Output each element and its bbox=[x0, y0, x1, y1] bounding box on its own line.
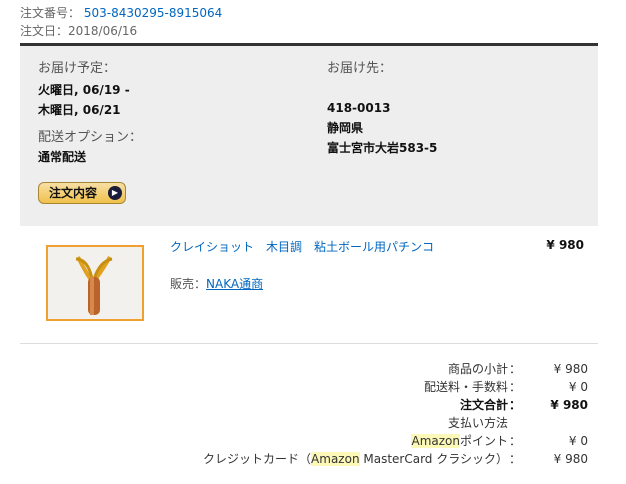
subtotal-row: 商品の小計： ¥ 980 bbox=[447, 362, 588, 376]
order-date-row: 注文日：2018/06/16 bbox=[20, 22, 222, 40]
shipping-fee-label: 配送料・手数料 bbox=[423, 380, 508, 394]
address-postal: 418-0013 bbox=[327, 101, 391, 115]
seller-link[interactable]: NAKA通商 bbox=[206, 277, 263, 291]
payment-method-heading: 支払い方法 bbox=[447, 416, 508, 430]
credit-card-value: ¥ 980 bbox=[553, 452, 588, 466]
shipping-fee-value: ¥ 0 bbox=[568, 380, 588, 394]
product-price: ¥ 980 bbox=[546, 238, 584, 252]
product-image[interactable] bbox=[46, 245, 144, 321]
order-number-row: 注文番号： 503-8430295-8915064 bbox=[20, 4, 222, 22]
shipping-fee-row: 配送料・手数料： ¥ 0 bbox=[423, 380, 588, 394]
delivery-column: お届け予定： 火曜日, 06/19 - 木曜日, 06/21 配送オプション： … bbox=[38, 60, 142, 167]
shipping-option-value: 通常配送 bbox=[38, 150, 87, 164]
order-number-label: 注文番号： bbox=[20, 6, 81, 20]
delivery-date-end: 木曜日, 06/21 bbox=[38, 103, 121, 117]
address-column: お届け先： 418-0013 静岡県 富士宮市大岩583-5 bbox=[327, 60, 437, 158]
credit-card-label: クレジットカード（Amazon MasterCard クラシック） bbox=[203, 452, 508, 466]
summary-divider bbox=[20, 343, 598, 344]
subtotal-value: ¥ 980 bbox=[553, 362, 588, 376]
order-number-link[interactable]: 503-8430295-8915064 bbox=[84, 6, 222, 20]
shipping-option-label: 配送オプション： bbox=[38, 130, 143, 145]
delivery-date-start: 火曜日, 06/19 - bbox=[38, 83, 130, 97]
product-title-link[interactable]: クレイショット 木目調 粘土ボール用パチンコ bbox=[170, 238, 434, 255]
points-value: ¥ 0 bbox=[568, 434, 588, 448]
credit-card-row: クレジットカード（Amazon MasterCard クラシック）： ¥ 980 bbox=[203, 452, 588, 466]
seller-label: 販売： bbox=[170, 277, 207, 291]
address-city: 富士宮市大岩583-5 bbox=[327, 141, 438, 155]
address-prefecture: 静岡県 bbox=[327, 121, 364, 135]
delivery-label: お届け予定： bbox=[38, 61, 117, 76]
order-date: 2018/06/16 bbox=[68, 24, 138, 38]
order-header: 注文番号： 503-8430295-8915064 注文日：2018/06/16 bbox=[20, 4, 222, 40]
play-arrow-icon: ▶ bbox=[108, 186, 122, 200]
order-total-value: ¥ 980 bbox=[550, 398, 588, 412]
order-total-label: 注文合計 bbox=[459, 398, 508, 412]
points-row: Amazonポイント： ¥ 0 bbox=[411, 434, 588, 448]
order-details-label: 注文内容 bbox=[49, 186, 98, 200]
subtotal-label: 商品の小計 bbox=[447, 362, 508, 376]
order-total-row: 注文合計： ¥ 980 bbox=[459, 398, 588, 412]
seller-row: 販売：NAKA通商 bbox=[170, 275, 263, 292]
order-details-button[interactable]: 注文内容 ▶ bbox=[38, 182, 126, 204]
order-date-label: 注文日： bbox=[20, 24, 69, 38]
slingshot-icon bbox=[48, 247, 142, 319]
address-label: お届け先： bbox=[327, 61, 393, 76]
shipping-panel: お届け予定： 火曜日, 06/19 - 木曜日, 06/21 配送オプション： … bbox=[20, 46, 598, 226]
points-label: Amazonポイント bbox=[411, 434, 508, 448]
